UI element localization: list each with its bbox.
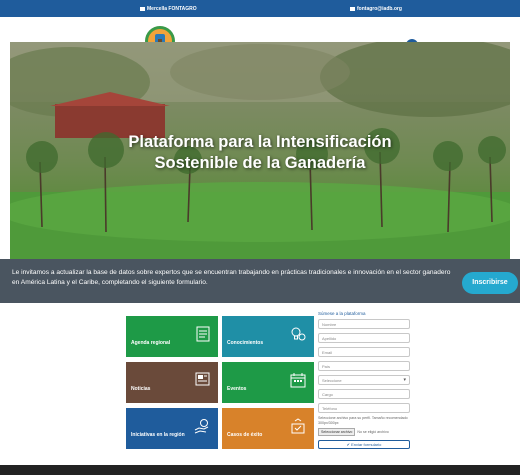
field-placeholder: Teléfono [322, 406, 338, 411]
register-button[interactable]: Inscribirse [462, 272, 518, 294]
hand-coins-icon [194, 419, 209, 434]
field-placeholder: Cargo [322, 392, 333, 397]
file-row: Seleccionar archivo No se eligió archivo [318, 428, 414, 436]
user-icon [140, 6, 145, 11]
tile-label: Noticias [131, 386, 151, 392]
file-status: No se eligió archivo [357, 430, 389, 434]
field-placeholder: Apellido [322, 336, 337, 341]
hero-title-line2: Sostenible de la Ganadería [154, 154, 366, 172]
hero-banner: Plataforma para la Intensificación Soste… [10, 42, 510, 259]
pais-field[interactable]: País [318, 361, 410, 371]
chevron-down-icon: ▾ [403, 377, 406, 383]
field-placeholder: Nombre [322, 322, 337, 327]
choose-file-button[interactable]: Seleccionar archivo [318, 428, 356, 436]
top-bar: Mercella FONTAGRO fontagro@iadb.org [0, 0, 520, 17]
invite-banner: Le invitamos a actualizar la base de dat… [0, 259, 520, 303]
tile-noticias[interactable]: Noticias [126, 362, 218, 403]
mail-icon [350, 6, 355, 11]
tile-label: Casos de éxito [227, 432, 263, 438]
form-title: Súmese a la plataforma [318, 311, 366, 316]
footer-bar [0, 465, 520, 475]
tile-label: Agenda regional [131, 340, 171, 346]
newspaper-icon [195, 372, 210, 386]
field-placeholder: Email [322, 350, 333, 355]
invite-text: Le invitamos a actualizar la base de dat… [12, 269, 451, 286]
seleccione-select[interactable]: Seleccione ▾ [318, 375, 410, 385]
hero-title-line1: Plataforma para la Intensificación [128, 133, 392, 151]
apellido-field[interactable]: Apellido [318, 333, 410, 343]
tile-agenda-regional[interactable]: Agenda regional [126, 316, 218, 357]
submit-label: Enviar formulario [351, 442, 382, 447]
user-link[interactable]: Mercella FONTAGRO [140, 6, 197, 12]
hero-title: Plataforma para la Intensificación Soste… [10, 132, 510, 174]
cargo-field[interactable]: Cargo [318, 389, 410, 399]
nombre-field[interactable]: Nombre [318, 319, 410, 329]
tile-label: Iniciativas en la región [131, 432, 185, 438]
telefono-field[interactable]: Teléfono [318, 403, 410, 413]
email-link[interactable]: fontagro@iadb.org [350, 6, 402, 12]
user-name: Mercella FONTAGRO [147, 6, 197, 12]
field-placeholder: País [322, 364, 331, 369]
tile-label: Conocimientos [227, 340, 264, 346]
document-icon [196, 326, 210, 342]
tile-label: Eventos [227, 386, 247, 392]
file-note: Seleccione archivo para su perfil. Tamañ… [318, 416, 408, 425]
success-case-icon [291, 418, 305, 434]
email-address: fontagro@iadb.org [357, 6, 402, 12]
calendar-icon [290, 373, 306, 388]
tile-eventos[interactable]: Eventos [222, 362, 314, 403]
submit-button[interactable]: ✔ Enviar formulario [318, 440, 410, 449]
lightbulb-icon [291, 327, 306, 341]
tile-conocimientos[interactable]: Conocimientos [222, 316, 314, 357]
email-field[interactable]: Email [318, 347, 410, 357]
tile-iniciativas[interactable]: Iniciativas en la región [126, 408, 218, 449]
signup-form: Súmese a la plataforma Nombre Apellido E… [318, 311, 414, 449]
field-placeholder: Seleccione [322, 378, 342, 383]
tile-casos-exito[interactable]: Casos de éxito [222, 408, 314, 449]
